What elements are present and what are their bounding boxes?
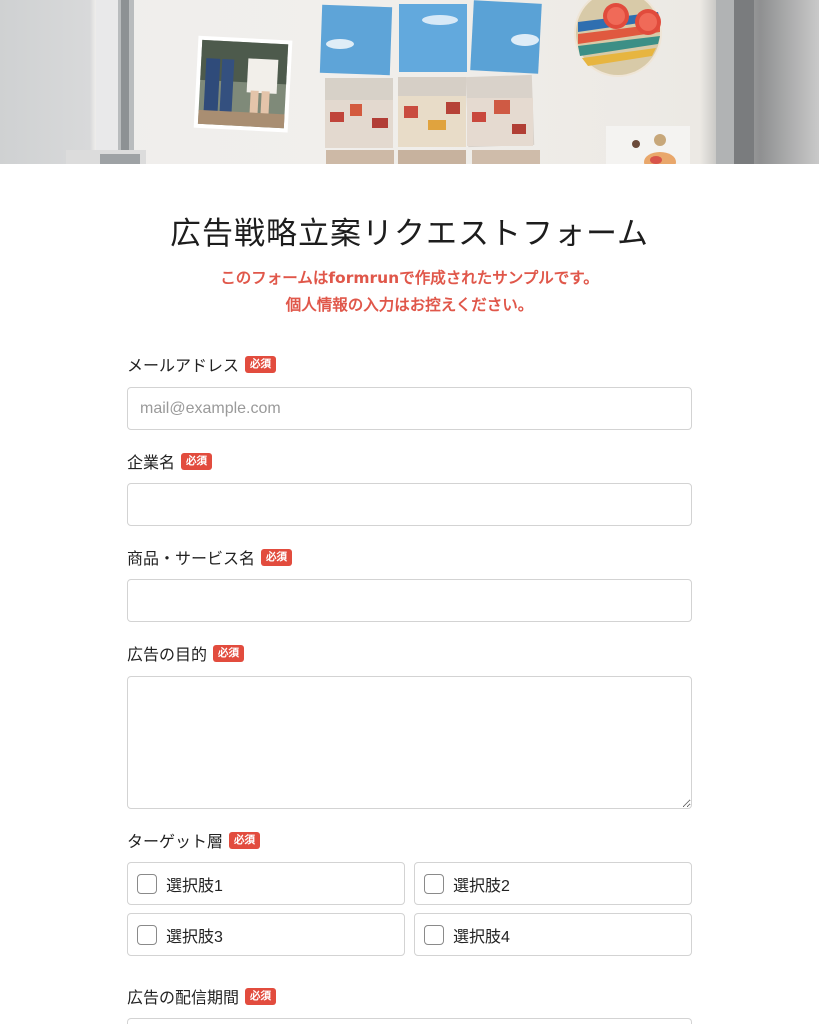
option-label: 選択肢3 [166,928,223,946]
checkbox[interactable] [137,873,157,894]
email-label: メールアドレス 必須 [127,352,277,376]
checkbox[interactable] [137,924,157,945]
required-badge: 必須 [245,355,277,373]
company-name-input[interactable] [127,483,692,526]
required-badge: 必須 [245,987,277,1005]
target-option-2[interactable]: 選択肢2 [414,862,692,905]
email-label-text: メールアドレス [127,356,240,375]
required-badge: 必須 [213,644,245,662]
purpose-textarea[interactable] [127,676,692,809]
product-label: 商品・サービス名 必須 [127,545,293,569]
target-label: ターゲット層 必須 [127,828,261,852]
sample-notice: このフォームはformrunで作成されたサンプルです。 [220,269,599,287]
product-name-input[interactable] [127,579,692,622]
form-title: 広告戦略立案リクエストフォーム [169,216,650,252]
option-label: 選択肢4 [453,928,510,946]
purpose-label: 広告の目的 必須 [127,641,245,665]
hero-image [0,0,819,164]
option-label: 選択肢1 [166,877,223,895]
required-badge: 必須 [181,452,213,470]
required-badge: 必須 [229,831,261,849]
target-label-text: ターゲット層 [127,832,224,851]
purpose-label-text: 広告の目的 [127,645,208,664]
company-label-text: 企業名 [127,453,176,472]
email-input[interactable] [127,387,692,430]
checkbox[interactable] [424,873,444,894]
option-label: 選択肢2 [453,877,510,895]
target-option-3[interactable]: 選択肢3 [127,913,405,956]
period-input[interactable] [127,1018,692,1024]
checkbox[interactable] [424,924,444,945]
target-option-1[interactable]: 選択肢1 [127,862,405,905]
product-label-text: 商品・サービス名 [127,549,256,568]
period-label-text: 広告の配信期間 [127,988,240,1007]
privacy-notice: 個人情報の入力はお控えください。 [285,296,534,314]
required-badge: 必須 [261,548,293,566]
target-option-4[interactable]: 選択肢4 [414,913,692,956]
period-label: 広告の配信期間 必須 [127,984,277,1008]
company-label: 企業名 必須 [127,449,213,473]
fridge-photo-illustration [66,0,754,164]
